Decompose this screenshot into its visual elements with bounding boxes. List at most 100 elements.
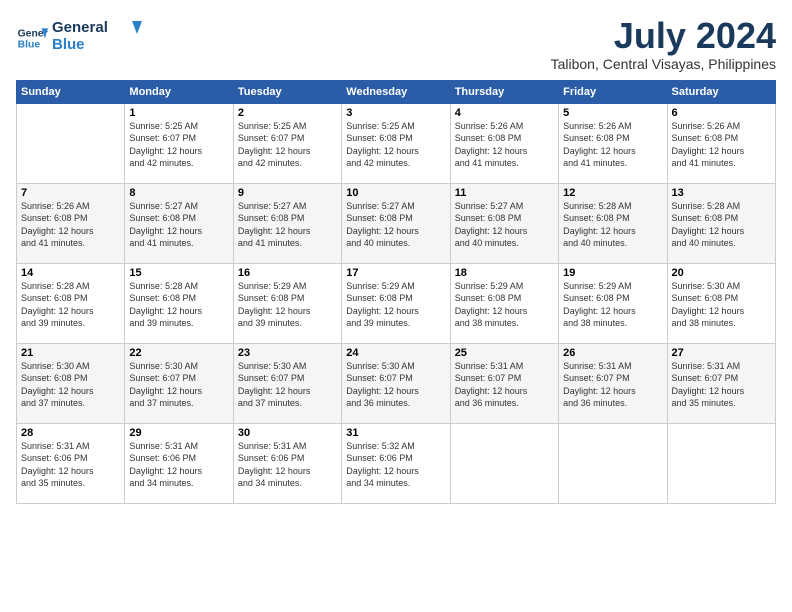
day-number: 3 (346, 107, 445, 119)
day-info: Sunrise: 5:25 AM Sunset: 6:08 PM Dayligh… (346, 120, 445, 170)
day-info: Sunrise: 5:30 AM Sunset: 6:07 PM Dayligh… (238, 360, 337, 410)
calendar-row-2: 14Sunrise: 5:28 AM Sunset: 6:08 PM Dayli… (17, 263, 776, 343)
header-row: Sunday Monday Tuesday Wednesday Thursday… (17, 80, 776, 103)
day-info: Sunrise: 5:30 AM Sunset: 6:07 PM Dayligh… (346, 360, 445, 410)
calendar-cell: 29Sunrise: 5:31 AM Sunset: 6:06 PM Dayli… (125, 423, 233, 503)
calendar-row-0: 1Sunrise: 5:25 AM Sunset: 6:07 PM Daylig… (17, 103, 776, 183)
day-number: 4 (455, 107, 554, 119)
col-saturday: Saturday (667, 80, 775, 103)
day-number: 5 (563, 107, 662, 119)
day-number: 27 (672, 347, 771, 359)
day-number: 10 (346, 187, 445, 199)
calendar-cell: 27Sunrise: 5:31 AM Sunset: 6:07 PM Dayli… (667, 343, 775, 423)
day-info: Sunrise: 5:31 AM Sunset: 6:06 PM Dayligh… (21, 440, 120, 490)
calendar-cell: 12Sunrise: 5:28 AM Sunset: 6:08 PM Dayli… (559, 183, 667, 263)
day-info: Sunrise: 5:31 AM Sunset: 6:07 PM Dayligh… (455, 360, 554, 410)
svg-text:Blue: Blue (52, 36, 85, 53)
calendar-cell: 31Sunrise: 5:32 AM Sunset: 6:06 PM Dayli… (342, 423, 450, 503)
day-info: Sunrise: 5:29 AM Sunset: 6:08 PM Dayligh… (346, 280, 445, 330)
month-title: July 2024 (551, 16, 776, 56)
calendar-cell: 22Sunrise: 5:30 AM Sunset: 6:07 PM Dayli… (125, 343, 233, 423)
day-info: Sunrise: 5:29 AM Sunset: 6:08 PM Dayligh… (238, 280, 337, 330)
calendar-cell: 6Sunrise: 5:26 AM Sunset: 6:08 PM Daylig… (667, 103, 775, 183)
day-number: 25 (455, 347, 554, 359)
day-number: 17 (346, 267, 445, 279)
calendar-cell: 28Sunrise: 5:31 AM Sunset: 6:06 PM Dayli… (17, 423, 125, 503)
calendar-table: Sunday Monday Tuesday Wednesday Thursday… (16, 80, 776, 504)
col-sunday: Sunday (17, 80, 125, 103)
day-number: 2 (238, 107, 337, 119)
calendar-cell (450, 423, 558, 503)
calendar-cell: 26Sunrise: 5:31 AM Sunset: 6:07 PM Dayli… (559, 343, 667, 423)
calendar-cell: 5Sunrise: 5:26 AM Sunset: 6:08 PM Daylig… (559, 103, 667, 183)
day-info: Sunrise: 5:26 AM Sunset: 6:08 PM Dayligh… (672, 120, 771, 170)
day-info: Sunrise: 5:30 AM Sunset: 6:08 PM Dayligh… (21, 360, 120, 410)
calendar-cell: 24Sunrise: 5:30 AM Sunset: 6:07 PM Dayli… (342, 343, 450, 423)
day-info: Sunrise: 5:30 AM Sunset: 6:08 PM Dayligh… (672, 280, 771, 330)
calendar-cell: 8Sunrise: 5:27 AM Sunset: 6:08 PM Daylig… (125, 183, 233, 263)
calendar-body: 1Sunrise: 5:25 AM Sunset: 6:07 PM Daylig… (17, 103, 776, 503)
calendar-cell: 25Sunrise: 5:31 AM Sunset: 6:07 PM Dayli… (450, 343, 558, 423)
calendar-cell: 10Sunrise: 5:27 AM Sunset: 6:08 PM Dayli… (342, 183, 450, 263)
day-number: 12 (563, 187, 662, 199)
calendar-cell: 2Sunrise: 5:25 AM Sunset: 6:07 PM Daylig… (233, 103, 341, 183)
location: Talibon, Central Visayas, Philippines (551, 56, 776, 72)
calendar-row-1: 7Sunrise: 5:26 AM Sunset: 6:08 PM Daylig… (17, 183, 776, 263)
header: General Blue General Blue July 2024 Tali… (16, 16, 776, 72)
day-number: 15 (129, 267, 228, 279)
logo-text: General Blue (52, 16, 142, 59)
day-info: Sunrise: 5:31 AM Sunset: 6:06 PM Dayligh… (129, 440, 228, 490)
day-number: 20 (672, 267, 771, 279)
calendar-cell (667, 423, 775, 503)
calendar-cell: 7Sunrise: 5:26 AM Sunset: 6:08 PM Daylig… (17, 183, 125, 263)
day-info: Sunrise: 5:28 AM Sunset: 6:08 PM Dayligh… (672, 200, 771, 250)
day-info: Sunrise: 5:28 AM Sunset: 6:08 PM Dayligh… (563, 200, 662, 250)
calendar-cell: 4Sunrise: 5:26 AM Sunset: 6:08 PM Daylig… (450, 103, 558, 183)
col-tuesday: Tuesday (233, 80, 341, 103)
logo: General Blue General Blue (16, 16, 142, 59)
day-info: Sunrise: 5:29 AM Sunset: 6:08 PM Dayligh… (455, 280, 554, 330)
day-info: Sunrise: 5:29 AM Sunset: 6:08 PM Dayligh… (563, 280, 662, 330)
calendar-cell: 18Sunrise: 5:29 AM Sunset: 6:08 PM Dayli… (450, 263, 558, 343)
day-info: Sunrise: 5:26 AM Sunset: 6:08 PM Dayligh… (455, 120, 554, 170)
day-info: Sunrise: 5:28 AM Sunset: 6:08 PM Dayligh… (129, 280, 228, 330)
day-number: 21 (21, 347, 120, 359)
col-monday: Monday (125, 80, 233, 103)
day-number: 24 (346, 347, 445, 359)
day-info: Sunrise: 5:26 AM Sunset: 6:08 PM Dayligh… (563, 120, 662, 170)
calendar-cell: 3Sunrise: 5:25 AM Sunset: 6:08 PM Daylig… (342, 103, 450, 183)
page: General Blue General Blue July 2024 Tali… (0, 0, 792, 612)
day-number: 1 (129, 107, 228, 119)
day-number: 23 (238, 347, 337, 359)
calendar-cell: 19Sunrise: 5:29 AM Sunset: 6:08 PM Dayli… (559, 263, 667, 343)
day-info: Sunrise: 5:32 AM Sunset: 6:06 PM Dayligh… (346, 440, 445, 490)
day-number: 13 (672, 187, 771, 199)
day-number: 18 (455, 267, 554, 279)
day-number: 26 (563, 347, 662, 359)
calendar-cell: 20Sunrise: 5:30 AM Sunset: 6:08 PM Dayli… (667, 263, 775, 343)
svg-text:General: General (52, 19, 108, 36)
day-info: Sunrise: 5:28 AM Sunset: 6:08 PM Dayligh… (21, 280, 120, 330)
day-info: Sunrise: 5:26 AM Sunset: 6:08 PM Dayligh… (21, 200, 120, 250)
day-info: Sunrise: 5:25 AM Sunset: 6:07 PM Dayligh… (129, 120, 228, 170)
day-info: Sunrise: 5:31 AM Sunset: 6:07 PM Dayligh… (672, 360, 771, 410)
day-info: Sunrise: 5:27 AM Sunset: 6:08 PM Dayligh… (455, 200, 554, 250)
day-number: 31 (346, 427, 445, 439)
day-number: 19 (563, 267, 662, 279)
day-info: Sunrise: 5:27 AM Sunset: 6:08 PM Dayligh… (238, 200, 337, 250)
col-wednesday: Wednesday (342, 80, 450, 103)
day-info: Sunrise: 5:31 AM Sunset: 6:06 PM Dayligh… (238, 440, 337, 490)
day-number: 28 (21, 427, 120, 439)
day-number: 14 (21, 267, 120, 279)
calendar-cell: 17Sunrise: 5:29 AM Sunset: 6:08 PM Dayli… (342, 263, 450, 343)
logo-icon: General Blue (16, 22, 48, 54)
calendar-cell: 1Sunrise: 5:25 AM Sunset: 6:07 PM Daylig… (125, 103, 233, 183)
col-thursday: Thursday (450, 80, 558, 103)
day-number: 7 (21, 187, 120, 199)
calendar-cell (559, 423, 667, 503)
day-number: 29 (129, 427, 228, 439)
day-number: 16 (238, 267, 337, 279)
calendar-cell: 9Sunrise: 5:27 AM Sunset: 6:08 PM Daylig… (233, 183, 341, 263)
day-info: Sunrise: 5:25 AM Sunset: 6:07 PM Dayligh… (238, 120, 337, 170)
day-info: Sunrise: 5:31 AM Sunset: 6:07 PM Dayligh… (563, 360, 662, 410)
